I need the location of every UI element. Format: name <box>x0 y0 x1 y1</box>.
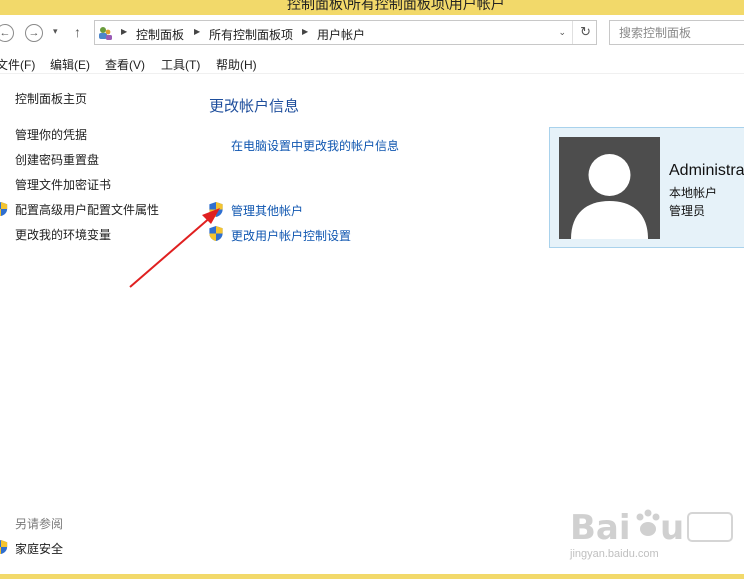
sidebar-item-password-reset-disk[interactable]: 创建密码重置盘 <box>15 151 99 168</box>
menu-tools[interactable]: 工具(T) <box>161 56 200 73</box>
forward-arrow-icon: → <box>28 27 40 39</box>
uac-settings-link[interactable]: 更改用户帐户控制设置 <box>231 227 351 244</box>
watermark-url: jingyan.baidu.com <box>570 548 659 560</box>
search-box[interactable] <box>609 20 744 45</box>
menu-edit[interactable]: 编辑(E) <box>50 56 90 73</box>
back-arrow-icon: ← <box>0 27 11 39</box>
window-title-bar: 控制面板\所有控制面板项\用户帐户 <box>0 0 744 15</box>
uac-shield-icon <box>0 202 8 216</box>
navigation-bar: ← → ▾ ↑ ▶ 控制面板 ▶ 所有控制面板项 ▶ 用户帐户 ⌄ ↻ <box>0 15 744 51</box>
recent-locations-button[interactable]: ▾ <box>53 26 58 37</box>
sidebar-item-home[interactable]: 控制面板主页 <box>15 90 87 107</box>
address-divider <box>572 21 573 44</box>
window-title: 控制面板\所有控制面板项\用户帐户 <box>287 0 505 12</box>
account-name: Administrator <box>669 162 744 179</box>
breadcrumb-separator-icon: ▶ <box>121 27 128 36</box>
see-also-item-family-safety[interactable]: 家庭安全 <box>15 540 63 557</box>
svg-text:Bai: Bai <box>570 508 631 548</box>
address-bar[interactable]: ▶ 控制面板 ▶ 所有控制面板项 ▶ 用户帐户 ⌄ ↻ <box>94 20 597 45</box>
sidebar-item-environment-variables[interactable]: 更改我的环境变量 <box>15 226 111 243</box>
pc-settings-account-link[interactable]: 在电脑设置中更改我的帐户信息 <box>231 137 399 154</box>
see-also-heading: 另请参阅 <box>15 517 64 531</box>
uac-shield-icon <box>0 540 8 554</box>
menu-view[interactable]: 查看(V) <box>105 56 145 73</box>
account-type: 本地帐户 <box>669 186 718 200</box>
control-panel-icon <box>99 27 112 40</box>
menu-help[interactable]: 帮助(H) <box>216 56 257 73</box>
breadcrumb-separator-icon: ▶ <box>194 27 201 36</box>
address-dropdown-icon[interactable]: ⌄ <box>558 27 566 38</box>
manage-other-accounts-link[interactable]: 管理其他帐户 <box>231 202 303 219</box>
search-input[interactable] <box>610 21 744 44</box>
menu-file[interactable]: 文件(F) <box>0 56 35 73</box>
up-level-button[interactable]: ↑ <box>74 24 81 40</box>
annotation-arrow-icon <box>129 208 220 288</box>
forward-button[interactable]: → <box>25 24 43 42</box>
user-avatar-icon <box>559 137 660 239</box>
account-role: 管理员 <box>669 204 706 218</box>
sidebar-item-encryption-certificates[interactable]: 管理文件加密证书 <box>15 176 111 193</box>
sidebar-item-manage-credentials[interactable]: 管理你的凭据 <box>15 126 87 143</box>
svg-text:u: u <box>660 508 684 548</box>
page-title: 更改帐户信息 <box>209 98 300 115</box>
breadcrumb-separator-icon: ▶ <box>302 27 309 36</box>
breadcrumb-user-accounts[interactable]: 用户帐户 <box>317 26 365 43</box>
refresh-icon[interactable]: ↻ <box>580 24 591 40</box>
breadcrumb-control-panel[interactable]: 控制面板 <box>136 26 184 43</box>
account-card: Administrator 本地帐户 管理员 <box>549 127 744 248</box>
menu-bar: 文件(F) 编辑(E) 查看(V) 工具(T) 帮助(H) <box>0 52 744 74</box>
bottom-edge-bar <box>0 574 744 579</box>
back-button[interactable]: ← <box>0 24 14 42</box>
breadcrumb-all-items[interactable]: 所有控制面板项 <box>209 26 293 43</box>
